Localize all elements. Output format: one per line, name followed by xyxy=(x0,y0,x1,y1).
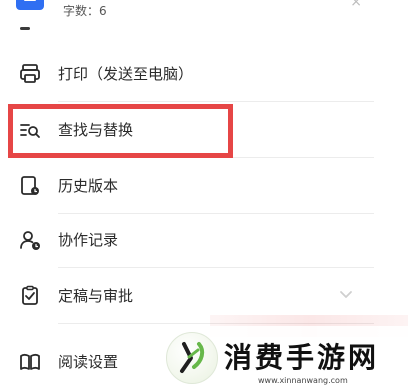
menu-item-label: 定稿与审批 xyxy=(58,287,134,305)
history-icon xyxy=(18,174,42,198)
watermark-url: www.xinnanwang.com xyxy=(258,376,348,385)
menu-item-label: 协作记录 xyxy=(58,231,119,249)
menu-item-history[interactable]: 历史版本 xyxy=(0,160,408,214)
highlight-box xyxy=(8,104,233,158)
word-count: 字数：6 xyxy=(63,4,107,18)
close-icon[interactable]: × xyxy=(350,0,362,10)
printer-icon xyxy=(18,62,42,86)
approval-icon xyxy=(18,284,42,308)
book-icon xyxy=(18,350,42,374)
watermark: 消费手游网 www.xinnanwang.com xyxy=(160,326,408,392)
watermark-title: 消费手游网 xyxy=(224,341,380,374)
chevron-down-icon[interactable] xyxy=(338,286,354,302)
collaboration-record-icon xyxy=(18,228,42,252)
menu-item-print[interactable]: 打印（发送至电脑） xyxy=(0,48,408,102)
menu-item-collaboration-record[interactable]: 协作记录 xyxy=(0,214,408,268)
collapse-handle[interactable] xyxy=(20,27,30,30)
watermark-logo xyxy=(166,332,218,384)
menu-item-label: 历史版本 xyxy=(58,177,119,195)
divider xyxy=(58,101,374,102)
menu-item-label: 打印（发送至电脑） xyxy=(58,65,194,83)
top-row: 字数：6 × xyxy=(0,0,408,30)
divider xyxy=(58,267,374,268)
menu-item-label: 阅读设置 xyxy=(58,353,119,371)
document-icon xyxy=(16,0,44,10)
